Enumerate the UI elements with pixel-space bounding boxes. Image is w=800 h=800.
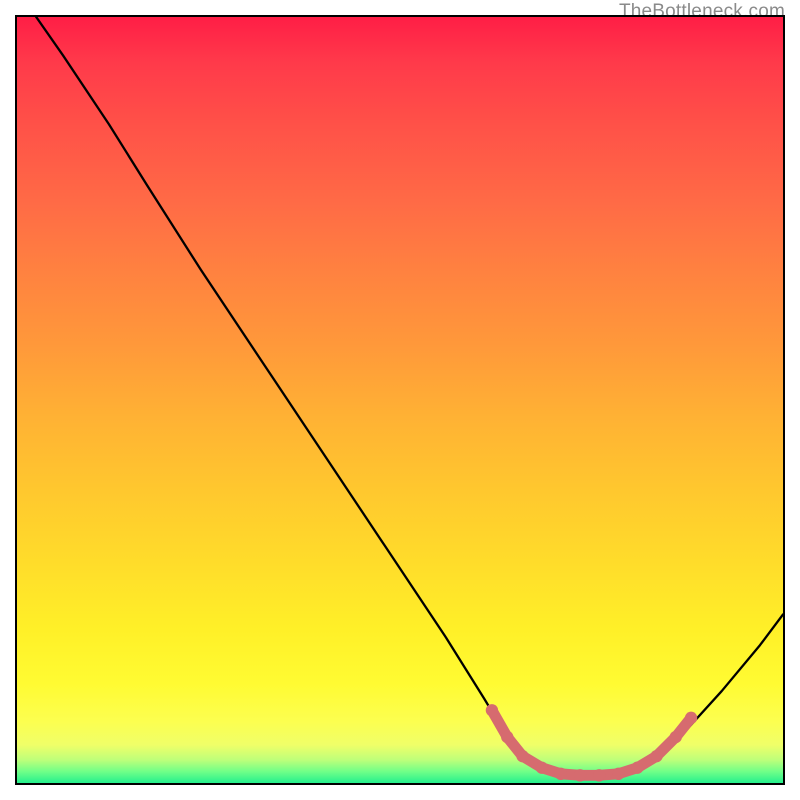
overlay-dot xyxy=(593,769,605,781)
overlay-dot xyxy=(650,750,662,762)
overlay-dot xyxy=(670,731,682,743)
main-curve xyxy=(36,17,783,775)
overlay-dot xyxy=(685,712,697,724)
overlay-dot xyxy=(516,750,528,762)
overlay-dot xyxy=(486,704,498,716)
overlay-dot xyxy=(574,769,586,781)
overlay-dot xyxy=(536,762,548,774)
curve-layer xyxy=(17,17,783,783)
plot-area xyxy=(15,15,785,785)
overlay-dot xyxy=(555,768,567,780)
curve-group xyxy=(36,17,783,782)
overlay-dot xyxy=(501,731,513,743)
overlay-dot xyxy=(631,762,643,774)
overlay-dot xyxy=(612,768,624,780)
overlay-segment xyxy=(492,710,691,775)
chart-frame: TheBottleneck.com xyxy=(15,15,785,785)
